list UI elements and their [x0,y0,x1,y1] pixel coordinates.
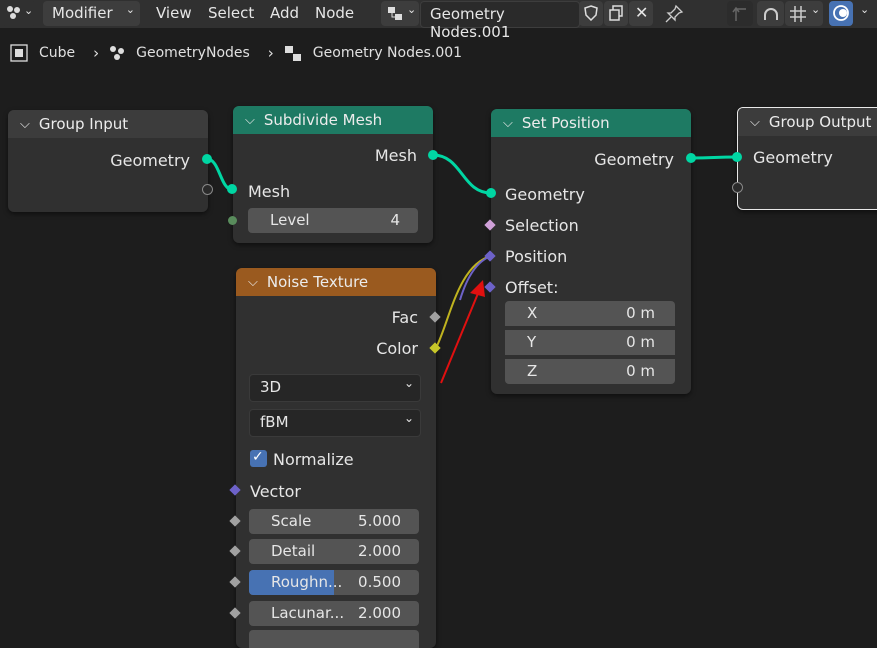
socket-set-position-geometry-in[interactable] [486,188,496,198]
socket-group-output-empty[interactable] [732,182,743,193]
link-subdivide-to-set-position [432,153,492,195]
annotation-arrow [440,290,480,384]
annotation-arrow-head [470,280,485,297]
socket-set-position-geometry-out[interactable] [686,153,696,163]
socket-group-input-geometry[interactable] [202,154,212,164]
socket-subdivide-mesh-out[interactable] [428,150,438,160]
socket-subdivide-level[interactable] [228,216,237,225]
socket-group-input-empty[interactable] [202,184,213,195]
socket-group-output-geometry[interactable] [732,152,742,162]
socket-subdivide-mesh-in[interactable] [227,184,237,194]
link-noise-color-to-position [435,255,492,349]
link-set-position-to-output [690,155,738,160]
